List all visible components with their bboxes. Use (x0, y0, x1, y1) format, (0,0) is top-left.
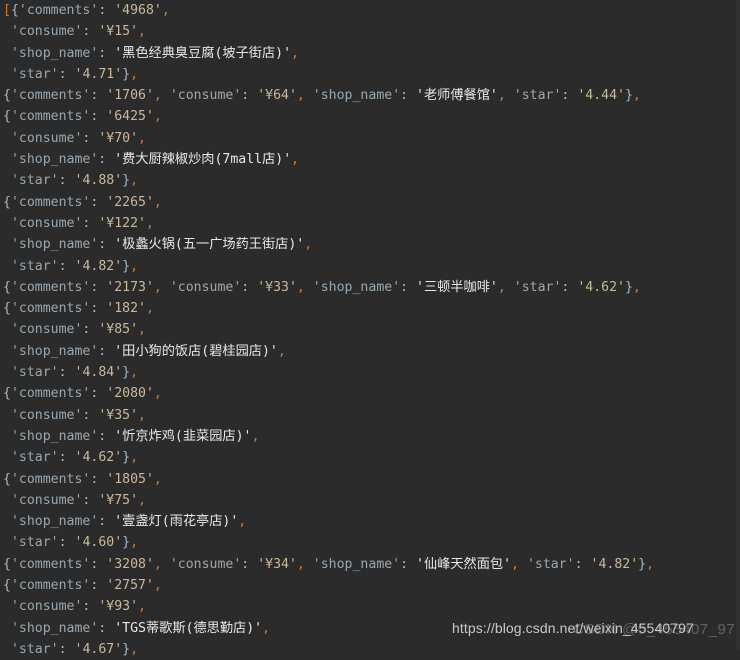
watermark-url: https://blog.csdn.net/weixin_45540797 (452, 620, 694, 636)
console-line: 'consume': '¥75', (10, 492, 146, 508)
console-line: 'shop_name': '黑色经典臭豆腐(坡子街店)', (10, 45, 299, 61)
console-line: 'star': '4.88'}, (10, 173, 139, 189)
console-line: 'star': '4.62'}, (10, 450, 139, 466)
console-line: 'shop_name': '费大厨辣椒炒肉(7mall店)', (10, 152, 300, 168)
console-line: 'shop_name': '忻京炸鸡(韭菜园店)', (10, 428, 260, 444)
console-line: 'consume': '¥15', (10, 24, 146, 40)
console-line: 'consume': '¥35', (10, 407, 146, 423)
console-line: {'comments': '2757', (3, 578, 162, 594)
console-line: 'star': '4.82'}, (10, 258, 139, 274)
console-line: 'star': '4.67'}, (10, 641, 139, 657)
console-line: {'comments': '2265', (3, 194, 162, 210)
console-line: [{'comments': '4968', (3, 3, 170, 18)
console-line: {'comments': '1805', (3, 471, 162, 487)
console-line: {'comments': '2080', (3, 386, 162, 402)
console-line: {'comments': '1706', 'consume': '¥64', '… (3, 88, 641, 104)
console-line: {'comments': '6425', (3, 109, 162, 125)
console-output-pane[interactable]: [{'comments': '4968', 'consume': '¥15', … (0, 0, 740, 657)
console-line: 'star': '4.60'}, (10, 535, 139, 551)
scrollbar-track[interactable] (736, 0, 740, 650)
console-line: 'star': '4.71'}, (10, 66, 139, 82)
console-line: 'consume': '¥85', (10, 322, 146, 338)
console-line: 'star': '4.84'}, (10, 365, 139, 381)
console-line: 'shop_name': '田小狗的饭店(碧桂园店)', (10, 343, 286, 359)
console-line: 'consume': '¥122', (10, 215, 154, 231)
console-line: {'comments': '2173', 'consume': '¥33', '… (3, 279, 641, 295)
console-line: 'consume': '¥70', (10, 130, 146, 146)
console-line: {'comments': '182', (3, 301, 154, 317)
console-line: {'comments': '3208', 'consume': '¥34', '… (3, 556, 655, 572)
console-line: 'shop_name': '壹盏灯(雨花亭店)', (10, 514, 247, 530)
console-line: 'consume': '¥93', (10, 599, 146, 615)
console-line: 'shop_name': '极蠡火锅(五一广场药王街店)', (10, 237, 313, 253)
